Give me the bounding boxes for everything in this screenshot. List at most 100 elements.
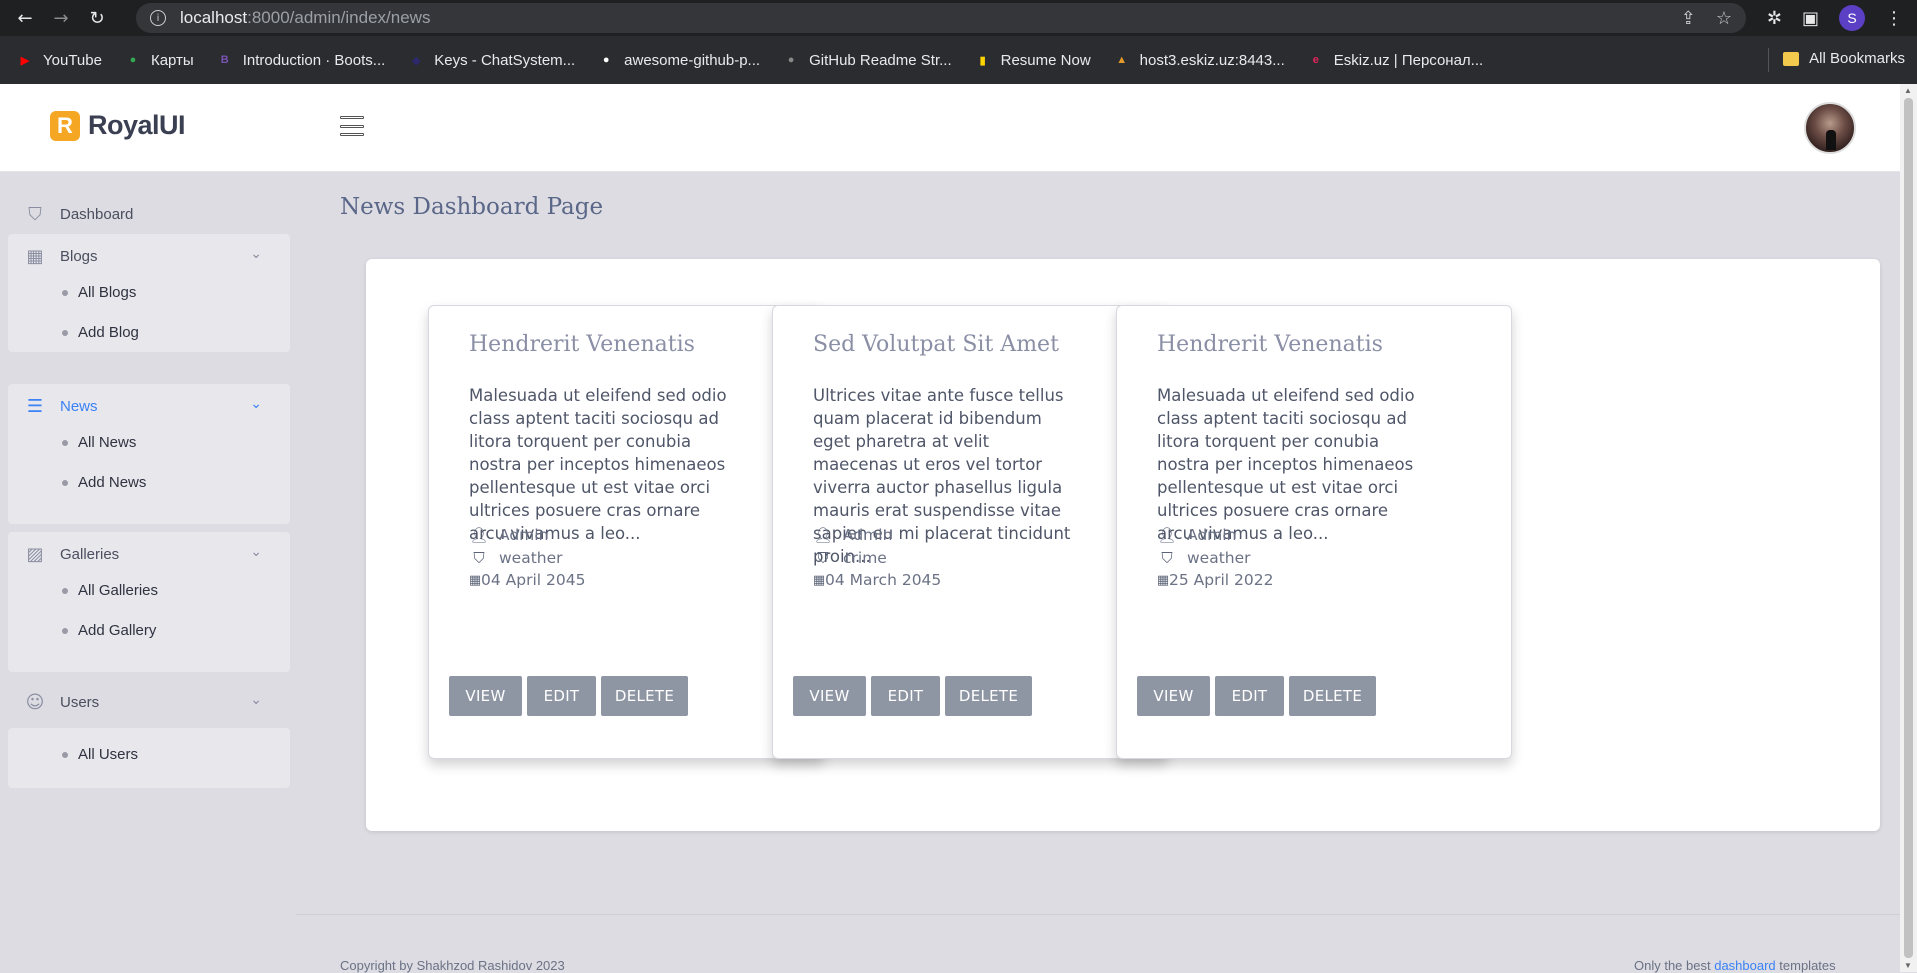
menu-icon[interactable]: ⋮ [1885, 8, 1903, 29]
sidebar-item-users[interactable]: ☺ Users ⌄ [8, 680, 290, 724]
footer-credit-prefix: Only the best [1634, 958, 1715, 973]
message-icon: ☰ [26, 395, 44, 417]
address-bar[interactable]: i localhost:8000/admin/index/news ⇪ ☆ [136, 3, 1746, 33]
news-card-excerpt: Malesuada ut eleifend sed odio class apt… [469, 386, 727, 543]
tag-text: weather [499, 549, 563, 567]
news-card-title: Hendrerit Venenatis [1157, 332, 1383, 357]
news-card-tag: ⛉ weather [469, 549, 563, 567]
url-text[interactable]: localhost:8000/admin/index/news [180, 8, 430, 28]
reload-icon[interactable]: ↻ [86, 7, 108, 29]
news-card: Hendrerit Venenatis Malesuada ut eleifend… [428, 305, 824, 759]
bookmark-item[interactable]: ▲ host3.eskiz.uz:8443... [1113, 51, 1285, 69]
chevron-down-icon: ⌄ [250, 544, 262, 560]
bookmark-item[interactable]: ● Карты [124, 51, 194, 69]
view-button[interactable]: VIEW [1137, 676, 1210, 716]
sidebar-subitem-add-news[interactable]: Add News [62, 474, 146, 491]
news-panel: Hendrerit Venenatis Malesuada ut eleifend… [366, 259, 1880, 831]
edit-button[interactable]: EDIT [871, 676, 940, 716]
sidebar-subitem-label: All News [78, 434, 137, 451]
tags-icon: ⛉ [1161, 549, 1173, 567]
page-scrollbar[interactable]: ▲ ▼ [1900, 84, 1917, 972]
bookmark-item[interactable]: ▮ Resume Now [974, 51, 1091, 69]
dashboard-link[interactable]: dashboard [1714, 958, 1775, 973]
sidebar-subitem-all-blogs[interactable]: All Blogs [62, 284, 136, 301]
bookmark-label: Keys - ChatSystem... [434, 51, 576, 69]
forward-icon[interactable]: → [50, 7, 72, 29]
sidebar-item-label: Blogs [60, 247, 98, 265]
edit-button[interactable]: EDIT [1215, 676, 1284, 716]
bookmarks-bar: ▶ YouTube ● Карты B Introduction · Boots... ◆ K… [0, 36, 1917, 84]
footer-credit-suffix: templates [1775, 958, 1836, 973]
sidebar-item-news[interactable]: ☰ News ⌄ [8, 384, 290, 428]
delete-button[interactable]: DELETE [601, 676, 688, 716]
sidebar-subitem-label: All Galleries [78, 582, 159, 599]
brand-logo[interactable]: R RoyalUI [50, 110, 186, 141]
sidebar-toggle-icon[interactable] [340, 116, 364, 136]
profile-avatar[interactable]: S [1839, 5, 1865, 31]
calendar-icon: ▦ [812, 572, 826, 588]
news-card-excerpt: Malesuada ut eleifend sed odio class apt… [1157, 386, 1415, 543]
news-card-date: ▦ 04 March 2045 [813, 571, 941, 589]
view-button[interactable]: VIEW [449, 676, 522, 716]
author-text: Admin [499, 526, 549, 544]
sidebar-item-label: News [60, 397, 98, 415]
bookmarks-separator [1768, 48, 1769, 72]
bookmark-favicon-icon: ◆ [412, 54, 421, 67]
share-icon[interactable]: ⇪ [1681, 8, 1696, 29]
image-gallery-icon: ▨ [26, 543, 44, 565]
back-icon[interactable]: ← [14, 7, 36, 29]
folder-icon [1783, 51, 1800, 66]
sidebar-subitem-label: All Users [78, 746, 139, 763]
footer-copyright: Copyright by Shakhzod Rashidov 2023 [340, 958, 565, 973]
sidebar-subitem-label: Add Blog [78, 324, 139, 341]
bookmark-item[interactable]: ● awesome-github-p... [597, 51, 760, 69]
sidebar-subitem-label: Add News [78, 474, 147, 491]
author-text: Admin [843, 526, 893, 544]
chevron-down-icon: ⌄ [250, 692, 262, 708]
brand-name: RoyalUI [88, 110, 186, 140]
news-card-tag: ⛉ crime [813, 549, 886, 567]
sidebar-subitem-all-galleries[interactable]: All Galleries [62, 582, 158, 599]
news-card: Hendrerit Venenatis Malesuada ut eleifend… [1116, 305, 1512, 759]
scroll-down-icon[interactable]: ▼ [1904, 961, 1912, 970]
user-icon: 👤︎ [813, 526, 833, 544]
sidebar-subitem-all-news[interactable]: All News [62, 434, 136, 451]
author-text: Admin [1187, 526, 1237, 544]
scroll-up-icon[interactable]: ▲ [1904, 86, 1912, 95]
all-bookmarks-button[interactable]: All Bookmarks [1783, 50, 1905, 67]
bookmark-favicon-icon: ● [602, 54, 610, 66]
news-card-author: 👤︎ Admin [1157, 526, 1236, 544]
calendar-icon: ▦ [26, 245, 44, 267]
user-avatar[interactable] [1804, 102, 1856, 154]
bookmark-item[interactable]: e Eskiz.uz | Персонал... [1307, 51, 1484, 69]
sidebar-item-blogs[interactable]: ▦ Blogs ⌄ [8, 234, 290, 278]
tags-icon: ⛉ [817, 549, 829, 567]
sidebar-item-label: Galleries [60, 545, 120, 563]
site-info-icon[interactable]: i [150, 10, 166, 26]
bookmark-item[interactable]: ◆ Keys - ChatSystem... [407, 51, 575, 69]
sidebar-subitem-add-blog[interactable]: Add Blog [62, 324, 139, 341]
url-host: localhost [180, 8, 248, 27]
bookmark-label: Карты [150, 51, 194, 69]
extensions-icon[interactable]: ✲ [1767, 8, 1782, 29]
bookmark-item[interactable]: B Introduction · Boots... [216, 51, 386, 69]
sidebar-subitem-all-users[interactable]: All Users [62, 746, 138, 763]
scrollbar-thumb[interactable] [1904, 98, 1913, 958]
dashboard-icon: ⛉ [28, 203, 42, 225]
delete-button[interactable]: DELETE [1289, 676, 1376, 716]
edit-button[interactable]: EDIT [527, 676, 596, 716]
sidebar-subitem-add-gallery[interactable]: Add Gallery [62, 622, 156, 639]
bookmark-star-icon[interactable]: ☆ [1716, 8, 1732, 29]
news-card-author: 👤︎ Admin [813, 526, 892, 544]
sidebar-item-galleries[interactable]: ▨ Galleries ⌄ [8, 532, 290, 576]
bookmark-item[interactable]: ▶ YouTube [16, 51, 102, 69]
side-panel-icon[interactable]: ▣ [1802, 8, 1819, 29]
tags-icon: ⛉ [473, 549, 485, 567]
bookmark-label: GitHub Readme Str... [809, 51, 952, 69]
view-button[interactable]: VIEW [793, 676, 866, 716]
bookmark-item[interactable]: ● GitHub Readme Str... [782, 51, 952, 69]
delete-button[interactable]: DELETE [945, 676, 1032, 716]
footer-divider [296, 914, 1900, 915]
sidebar-item-dashboard[interactable]: ⛉ Dashboard [8, 192, 290, 236]
all-bookmarks-label: All Bookmarks [1809, 50, 1905, 67]
